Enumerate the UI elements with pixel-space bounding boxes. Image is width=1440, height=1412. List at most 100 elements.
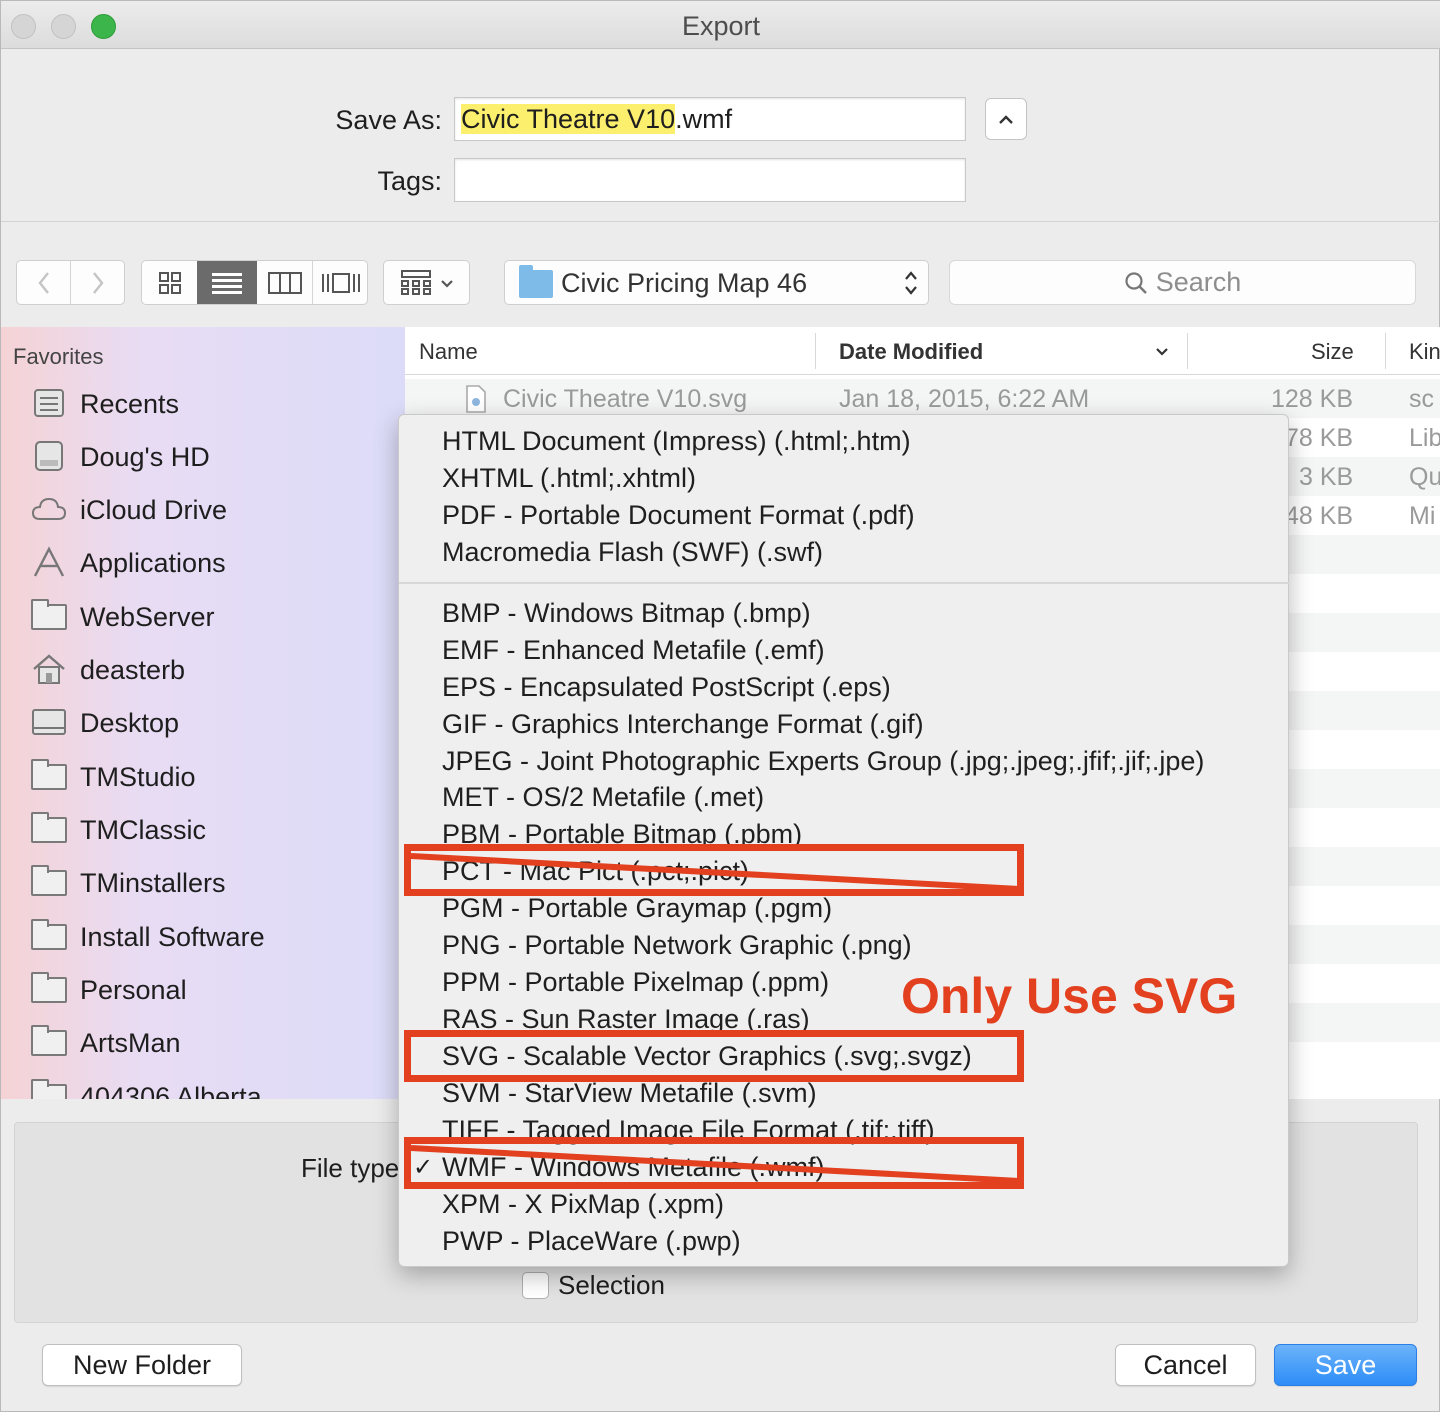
cancel-button[interactable]: Cancel: [1115, 1344, 1256, 1386]
column-header-size[interactable]: Size: [1311, 339, 1354, 365]
sidebar-item-tmstudio[interactable]: TMStudio: [1, 752, 405, 802]
sidebar-item-label: Doug's HD: [80, 442, 210, 472]
back-forward-group: [16, 260, 125, 305]
coverflow-view-button[interactable]: [313, 261, 367, 304]
file-type-label: File type: [301, 1153, 400, 1183]
menu-item[interactable]: EPS - Encapsulated PostScript (.eps): [442, 672, 891, 703]
sidebar-item-label: TMClassic: [80, 815, 206, 845]
window-title: Export: [681, 11, 761, 41]
column-header-name[interactable]: Name: [419, 339, 478, 365]
menu-item[interactable]: PGM - Portable Graymap (.pgm): [442, 893, 832, 924]
new-folder-button[interactable]: New Folder: [42, 1344, 242, 1386]
file-date: Jan 18, 2015, 6:22 AM: [839, 385, 1090, 413]
menu-item[interactable]: PWP - PlaceWare (.pwp): [442, 1226, 741, 1257]
recents-icon: [34, 389, 64, 417]
annotation-note: Only Use SVG: [901, 968, 1238, 1024]
folder-icon: [31, 1079, 67, 1099]
sidebar-item-label: TMinstallers: [80, 868, 226, 898]
menu-item[interactable]: XHTML (.html;.xhtml): [442, 463, 696, 494]
menu-item[interactable]: GIF - Graphics Interchange Format (.gif): [442, 709, 924, 740]
sidebar-item-dougs-hd[interactable]: Doug's HD: [1, 432, 405, 482]
export-dialog: Export Save As: Civic Theatre V10.wmf Ta…: [0, 0, 1440, 1412]
chevron-down-icon: [441, 280, 453, 288]
filename-extension: .wmf: [675, 104, 733, 134]
menu-item[interactable]: EMF - Enhanced Metafile (.emf): [442, 635, 825, 666]
view-mode-group: [141, 260, 368, 305]
sidebar-item-label: Install Software: [80, 922, 265, 952]
column-view-button[interactable]: [257, 261, 313, 304]
icon-view-button[interactable]: [142, 261, 197, 304]
file-size: 78 KB: [1285, 424, 1354, 452]
menu-item[interactable]: MET - OS/2 Metafile (.met): [442, 782, 764, 813]
grid-icon: [158, 272, 181, 294]
file-kind: sc: [1409, 385, 1434, 413]
selection-checkbox[interactable]: [522, 1272, 549, 1299]
sidebar-item-label: Desktop: [80, 708, 180, 738]
chevron-right-icon: [93, 272, 104, 294]
location-popup[interactable]: Civic Pricing Map 46: [504, 260, 929, 305]
cloud-icon: [31, 497, 67, 520]
table-row[interactable]: Civic Theatre V10.svg Jan 18, 2015, 6:22…: [405, 379, 1440, 418]
sidebar-item-deasterb[interactable]: deasterb: [1, 645, 405, 695]
folder-icon: [31, 759, 67, 790]
column-divider: [1187, 333, 1188, 369]
list-header: Name Date Modified Size Kin: [405, 327, 1440, 375]
column-header-date[interactable]: Date Modified: [839, 339, 983, 365]
sidebar-item-install-software[interactable]: Install Software: [1, 912, 405, 962]
sidebar-item-artsman[interactable]: ArtsMan: [1, 1018, 405, 1068]
sidebar-item-label: 404306 Alberta: [80, 1082, 262, 1099]
favorites-header: Favorites: [13, 344, 104, 369]
location-label: Civic Pricing Map 46: [561, 268, 808, 298]
column-header-kind[interactable]: Kin: [1409, 339, 1440, 365]
folder-icon: [31, 865, 67, 896]
menu-item[interactable]: PNG - Portable Network Graphic (.png): [442, 930, 912, 961]
menu-item[interactable]: XPM - X PixMap (.xpm): [442, 1189, 724, 1220]
sidebar-item-icloud-drive[interactable]: iCloud Drive: [1, 485, 405, 535]
menu-separator: [399, 582, 1290, 584]
sidebar-item-tminstallers[interactable]: TMinstallers: [1, 858, 405, 908]
file-size: 128 KB: [1271, 385, 1354, 413]
sidebar-item-tmclassic[interactable]: TMClassic: [1, 805, 405, 855]
forward-button[interactable]: [71, 261, 125, 304]
title-bar: Export: [1, 1, 1440, 49]
folder-icon: [31, 972, 67, 1003]
annotation-box-svg: [404, 1030, 1024, 1082]
sidebar: Favorites Recents Doug's HD iCloud Drive…: [1, 327, 405, 1099]
tags-input[interactable]: [454, 158, 966, 202]
sidebar-item-personal[interactable]: Personal: [1, 965, 405, 1015]
sidebar-item-applications[interactable]: Applications: [1, 538, 405, 588]
sidebar-item-label: Recents: [80, 389, 180, 419]
save-button[interactable]: Save: [1274, 1344, 1417, 1386]
collapse-dialog-button[interactable]: [985, 98, 1027, 140]
divider: [1, 221, 1440, 222]
search-icon: [1125, 272, 1147, 294]
menu-item[interactable]: HTML Document (Impress) (.html;.htm): [442, 426, 911, 457]
sidebar-item-recents[interactable]: Recents: [1, 379, 405, 429]
folder-icon: [31, 1025, 67, 1056]
save-as-input[interactable]: Civic Theatre V10.wmf: [454, 97, 966, 141]
sidebar-item-label: ArtsMan: [80, 1028, 181, 1058]
chevron-left-icon: [37, 272, 49, 294]
folder-icon: [31, 919, 67, 950]
arrange-button[interactable]: [383, 260, 470, 305]
menu-item[interactable]: PPM - Portable Pixelmap (.ppm): [442, 967, 829, 998]
save-as-label: Save As:: [335, 105, 442, 135]
sidebar-item-label: Applications: [80, 548, 226, 578]
back-button[interactable]: [17, 261, 71, 304]
menu-item[interactable]: JPEG - Joint Photographic Experts Group …: [442, 746, 1204, 777]
search-input[interactable]: Search: [949, 260, 1416, 305]
menu-item[interactable]: BMP - Windows Bitmap (.bmp): [442, 598, 811, 629]
coverflow-icon: [322, 273, 360, 293]
column-divider: [815, 333, 816, 369]
folder-icon: [519, 265, 553, 298]
menu-item[interactable]: PDF - Portable Document Format (.pdf): [442, 500, 915, 531]
sort-chevron-icon: [1156, 348, 1168, 356]
search-placeholder: Search: [1155, 267, 1242, 297]
menu-item[interactable]: SVM - StarView Metafile (.svm): [442, 1078, 817, 1109]
menu-item[interactable]: Macromedia Flash (SWF) (.swf): [442, 537, 823, 568]
sidebar-item-404306-alberta[interactable]: 404306 Alberta: [1, 1072, 405, 1099]
columns-icon: [267, 272, 302, 294]
sidebar-item-desktop[interactable]: Desktop: [1, 698, 405, 748]
sidebar-item-webserver[interactable]: WebServer: [1, 592, 405, 642]
list-view-button[interactable]: [197, 261, 257, 304]
